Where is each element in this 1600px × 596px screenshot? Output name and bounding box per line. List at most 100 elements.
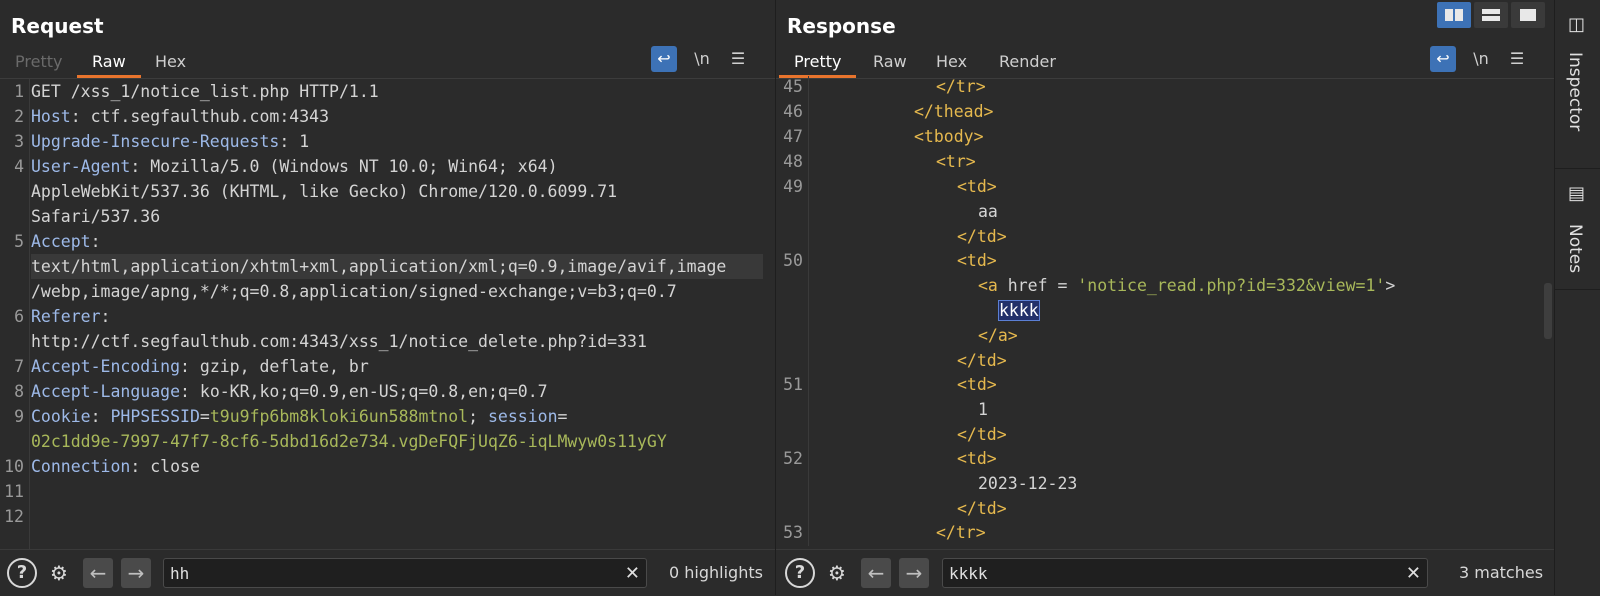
tag-close: >: [1385, 276, 1396, 295]
code-line: 2023-12-23: [978, 474, 1078, 493]
scrollbar-thumb[interactable]: [1544, 283, 1552, 339]
previous-arrow-icon[interactable]: ←: [861, 558, 891, 588]
code-line: <tbody>: [914, 127, 984, 146]
header-value: : Mozilla/5.0 (Windows NT 10.0; Win64; x…: [130, 157, 558, 176]
response-pane: Response Pretty Raw Hex Render ↩ \n ☰ 45…: [776, 0, 1554, 596]
line-number: 49: [783, 177, 803, 196]
tab-hex[interactable]: Hex: [921, 48, 982, 76]
code-line: Upgrade-Insecure-Requests: 1: [31, 129, 309, 154]
cookie-eq: =: [199, 407, 210, 426]
code-line: </td>: [957, 227, 1007, 246]
help-icon[interactable]: ?: [785, 558, 815, 588]
line-number: 11: [4, 482, 24, 501]
line-number: 12: [4, 507, 24, 526]
request-pane: Request Pretty Raw Hex ↩ \n ☰ 1 2 3 4 5 …: [0, 0, 776, 596]
tab-render[interactable]: Render: [984, 48, 1071, 76]
code-line-wrap: http://ctf.segfaulthub.com:4343/xss_1/no…: [31, 332, 647, 351]
tag-open: <a: [978, 276, 998, 295]
gear-icon[interactable]: ⚙: [44, 558, 74, 588]
next-arrow-icon[interactable]: →: [121, 558, 151, 588]
header-key: Upgrade-Insecure-Requests: [31, 132, 280, 151]
code-line: Accept-Encoding: gzip, deflate, br: [31, 354, 369, 379]
clear-icon[interactable]: ✕: [1406, 559, 1421, 589]
cookie-eq: =: [557, 407, 568, 426]
header-key: Host: [31, 107, 71, 126]
sidebar-item-inspector[interactable]: ◫ Inspector: [1555, 0, 1600, 169]
code-line: Host: ctf.segfaulthub.com:4343: [31, 104, 329, 129]
code-line: </tr>: [936, 523, 986, 542]
header-key: User-Agent: [31, 157, 131, 176]
line-number: 9: [14, 407, 24, 426]
single-layout-icon[interactable]: [1511, 2, 1545, 28]
code-line: <a href = 'notice_read.php?id=332&view=1…: [978, 273, 1395, 298]
header-value: : gzip, deflate, br: [180, 357, 369, 376]
next-arrow-icon[interactable]: →: [899, 558, 929, 588]
search-input[interactable]: hh ✕: [163, 558, 647, 588]
response-search-bar: ? ⚙ ← → kkkk ✕ 3 matches: [776, 549, 1554, 596]
menu-icon[interactable]: ☰: [1504, 46, 1530, 72]
header-value: :: [90, 232, 101, 251]
layout-toggle-group: [1437, 2, 1547, 28]
code-line: <td>: [957, 375, 997, 394]
code-line: <tr>: [936, 152, 976, 171]
search-match-highlight: kkkk: [998, 300, 1040, 321]
code-line: Cookie: PHPSESSID=t9u9fp6bm8kloki6un588m…: [31, 404, 567, 429]
code-line-wrap: Safari/537.36: [31, 207, 161, 226]
gear-icon[interactable]: ⚙: [822, 558, 852, 588]
sidebar-item-notes[interactable]: ▤ Notes: [1555, 169, 1600, 290]
side-by-side-layout-icon[interactable]: [1437, 2, 1471, 28]
code-line: Connection: close: [31, 454, 200, 479]
previous-arrow-icon[interactable]: ←: [83, 558, 113, 588]
header-key: Accept-Language: [31, 382, 181, 401]
help-icon[interactable]: ?: [7, 558, 37, 588]
highlight-count: 0 highlights: [669, 563, 763, 582]
search-value: hh: [170, 564, 190, 583]
right-sidebar: ◫ Inspector ▤ Notes: [1554, 0, 1600, 595]
header-key: Connection: [31, 457, 131, 476]
line-number: 5: [14, 232, 24, 251]
code-line: 1: [978, 400, 988, 419]
cookie-value: t9u9fp6bm8kloki6un588mtnol: [209, 407, 469, 426]
tab-raw[interactable]: Raw: [77, 48, 141, 78]
request-toolbar: ↩ \n ☰: [651, 46, 761, 74]
code-line: <td>: [957, 177, 997, 196]
wrap-lines-icon[interactable]: ↩: [651, 46, 677, 72]
line-number: 4: [14, 157, 24, 176]
line-number: 52: [783, 449, 803, 468]
tab-pretty[interactable]: Pretty: [0, 48, 77, 76]
newline-toggle-icon[interactable]: \n: [1468, 46, 1494, 72]
header-key: Accept: [31, 232, 91, 251]
header-value: : close: [130, 457, 200, 476]
code-line-wrap: text/html,application/xhtml+xml,applicat…: [31, 254, 763, 279]
sidebar-item-label: Notes: [1565, 224, 1585, 274]
code-line: </a>: [978, 326, 1018, 345]
header-sep: :: [90, 407, 111, 426]
code-line: </tr>: [936, 77, 986, 96]
line-gutter: 45 46 47 48 49 50 51 52 53: [776, 76, 809, 546]
header-value: : ko-KR,ko;q=0.9,en-US;q=0.8,en;q=0.7: [180, 382, 548, 401]
tab-hex[interactable]: Hex: [140, 48, 201, 76]
notes-icon: ▤: [1568, 183, 1586, 204]
newline-toggle-icon[interactable]: \n: [689, 46, 715, 72]
menu-icon[interactable]: ☰: [725, 46, 751, 72]
cookie-value-wrap: 02c1dd9e-7997-47f7-8cf6-5dbd16d2e734.vgD…: [31, 432, 667, 451]
line-number: 45: [783, 77, 803, 96]
tab-pretty[interactable]: Pretty: [779, 48, 857, 78]
code-line: <td>: [957, 251, 997, 270]
code-line: <td>: [957, 449, 997, 468]
line-number: 7: [14, 357, 24, 376]
search-input[interactable]: kkkk ✕: [942, 558, 1428, 588]
line-number: 46: [783, 102, 803, 121]
response-editor[interactable]: 45 46 47 48 49 50 51 52 53 </tr> </thead…: [776, 76, 1554, 546]
clear-icon[interactable]: ✕: [625, 559, 640, 589]
stacked-layout-icon[interactable]: [1474, 2, 1508, 28]
tab-raw[interactable]: Raw: [858, 48, 922, 76]
line-number: 51: [783, 375, 803, 394]
code-line-wrap: /webp,image/apng,*/*;q=0.8,application/s…: [31, 282, 677, 301]
sidebar-item-label: Inspector: [1565, 52, 1585, 132]
request-editor[interactable]: 1 2 3 4 5 6 7 8 9 10 11 12 GET /xss_1/no…: [0, 79, 775, 549]
match-count: 3 matches: [1459, 563, 1544, 582]
line-number: 1: [14, 82, 24, 101]
wrap-lines-icon[interactable]: ↩: [1430, 46, 1456, 72]
line-number: 2: [14, 107, 24, 126]
